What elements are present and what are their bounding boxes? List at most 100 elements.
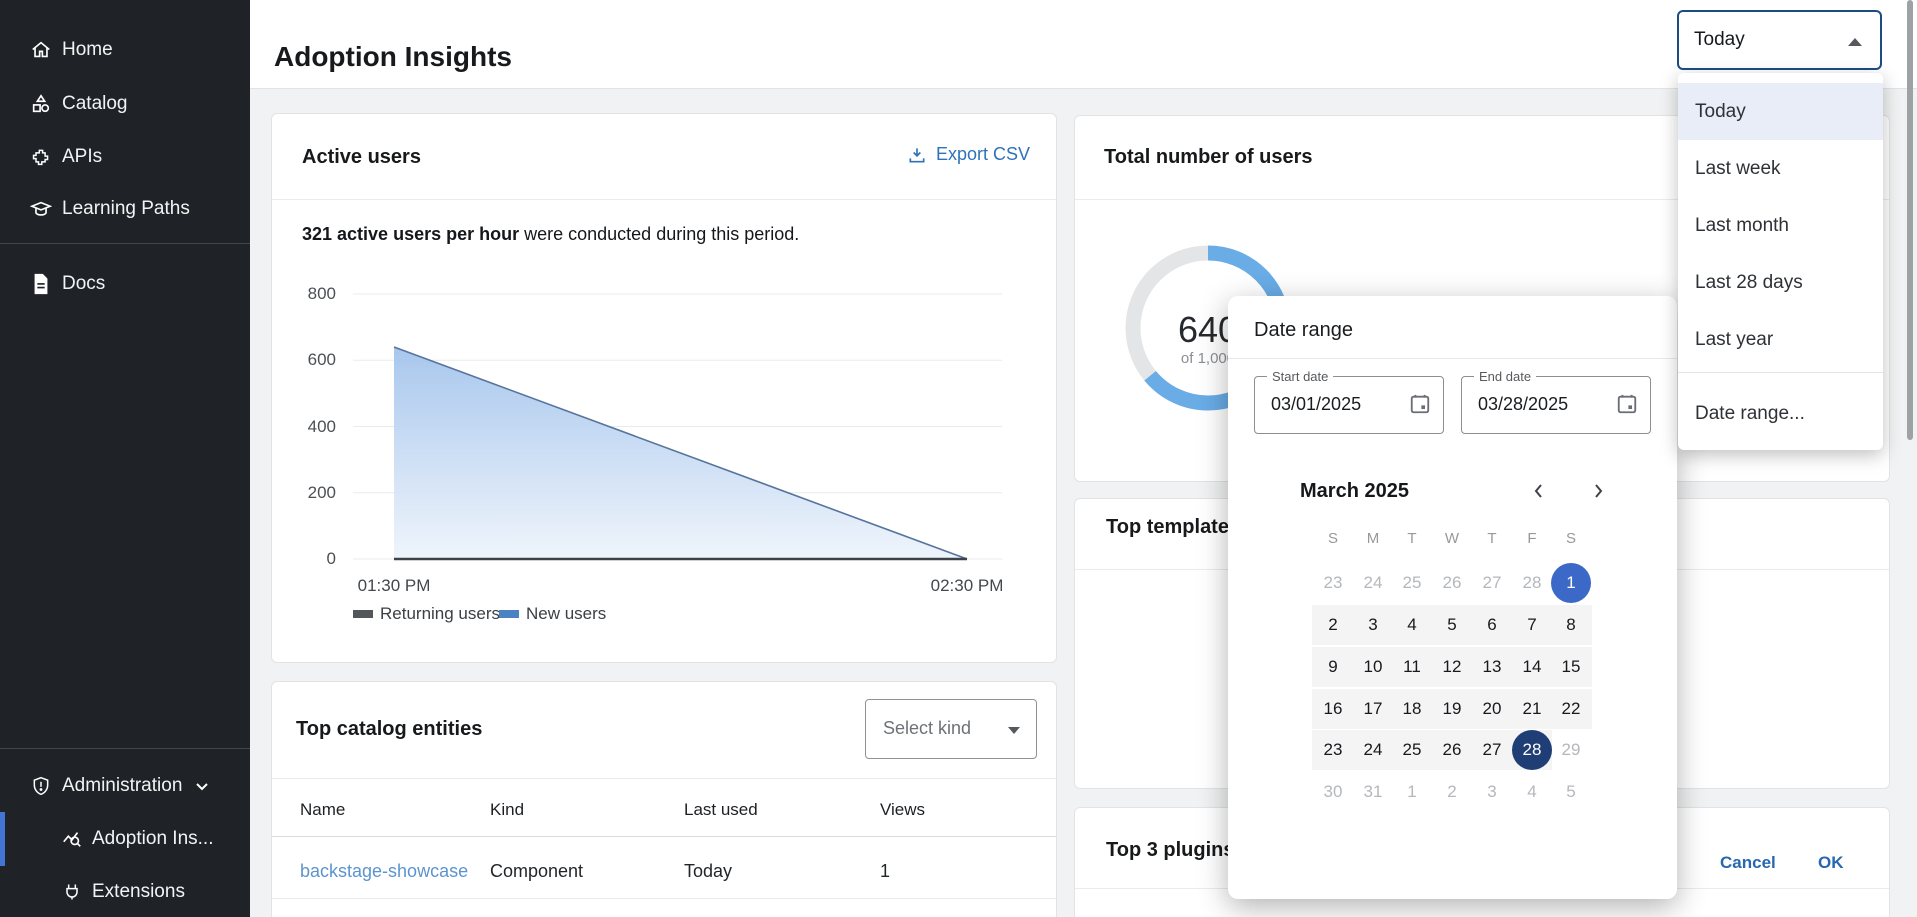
period-select[interactable]: Today xyxy=(1677,10,1882,70)
sidebar-item-docs[interactable]: Docs xyxy=(0,262,250,306)
legend-swatch xyxy=(353,610,373,618)
calendar-day[interactable]: 15 xyxy=(1551,647,1591,687)
calendar-day[interactable]: 2 xyxy=(1432,772,1472,812)
cancel-button[interactable]: Cancel xyxy=(1712,847,1784,879)
day-of-week-header: S xyxy=(1318,530,1348,547)
calendar-day[interactable]: 24 xyxy=(1353,730,1393,770)
calendar-day[interactable]: 25 xyxy=(1392,563,1432,603)
menu-item-last-week[interactable]: Last week xyxy=(1678,140,1883,197)
calendar-day[interactable]: 4 xyxy=(1512,772,1552,812)
calendar-day[interactable]: 14 xyxy=(1512,647,1552,687)
calendar-day[interactable]: 3 xyxy=(1472,772,1512,812)
chevron-down-icon xyxy=(1008,727,1020,734)
sidebar-item-extensions[interactable]: Extensions xyxy=(0,870,250,914)
export-csv-button[interactable]: Export CSV xyxy=(907,144,1030,165)
chevron-up-icon xyxy=(1848,38,1862,46)
calendar-day[interactable]: 1 xyxy=(1392,772,1432,812)
calendar-day[interactable]: 18 xyxy=(1392,689,1432,729)
menu-item-last-year[interactable]: Last year xyxy=(1678,311,1883,368)
calendar-day[interactable]: 20 xyxy=(1472,689,1512,729)
calendar-day[interactable]: 21 xyxy=(1512,689,1552,729)
column-header-views[interactable]: Views xyxy=(880,800,925,820)
calendar-day[interactable]: 2 xyxy=(1313,605,1353,645)
calendar-day[interactable]: 30 xyxy=(1313,772,1353,812)
calendar-day[interactable]: 9 xyxy=(1313,647,1353,687)
sidebar-item-label: Learning Paths xyxy=(62,198,190,220)
calendar-month-label: March 2025 xyxy=(1300,480,1409,503)
page-scrollbar[interactable] xyxy=(1907,0,1913,440)
x-tick: 01:30 PM xyxy=(344,576,444,596)
calendar-day[interactable]: 4 xyxy=(1392,605,1432,645)
calendar-day[interactable]: 5 xyxy=(1432,605,1472,645)
calendar-day[interactable]: 8 xyxy=(1551,605,1591,645)
dialog-title: Date range xyxy=(1254,319,1353,342)
calendar-day[interactable]: 16 xyxy=(1313,689,1353,729)
end-date-field[interactable]: End date 03/28/2025 xyxy=(1461,376,1651,434)
calendar-day[interactable]: 23 xyxy=(1313,563,1353,603)
column-header-name[interactable]: Name xyxy=(300,800,345,820)
calendar-icon[interactable] xyxy=(1409,393,1431,415)
start-date-field[interactable]: Start date 03/01/2025 xyxy=(1254,376,1444,434)
day-of-week-header: M xyxy=(1358,530,1388,547)
calendar-day[interactable]: 1 xyxy=(1551,563,1591,603)
y-tick: 0 xyxy=(286,549,336,569)
calendar-day[interactable]: 13 xyxy=(1472,647,1512,687)
calendar-day[interactable]: 3 xyxy=(1353,605,1393,645)
calendar-day[interactable]: 28 xyxy=(1512,563,1552,603)
page-title: Adoption Insights xyxy=(274,41,512,73)
calendar-day[interactable]: 26 xyxy=(1432,730,1472,770)
calendar-day[interactable]: 10 xyxy=(1353,647,1393,687)
download-icon xyxy=(907,145,927,165)
calendar-day[interactable]: 12 xyxy=(1432,647,1472,687)
calendar-day[interactable]: 24 xyxy=(1353,563,1393,603)
column-header-kind[interactable]: Kind xyxy=(490,800,524,820)
day-of-week-header: W xyxy=(1437,530,1467,547)
calendar-day[interactable]: 27 xyxy=(1472,563,1512,603)
card-title: Top templates xyxy=(1106,516,1240,539)
kind-select[interactable]: Select kind xyxy=(865,699,1037,759)
home-icon xyxy=(30,39,52,61)
calendar-day[interactable]: 17 xyxy=(1353,689,1393,729)
menu-item-today[interactable]: Today xyxy=(1678,83,1883,140)
insights-chart-icon xyxy=(61,828,83,850)
calendar-day[interactable]: 27 xyxy=(1472,730,1512,770)
sidebar-item-home[interactable]: Home xyxy=(0,28,250,72)
ok-button[interactable]: OK xyxy=(1810,847,1852,879)
calendar-day[interactable]: 7 xyxy=(1512,605,1552,645)
calendar-day[interactable]: 11 xyxy=(1392,647,1432,687)
calendar-day[interactable]: 28 xyxy=(1512,730,1552,770)
sidebar-item-apis[interactable]: APIs xyxy=(0,135,250,179)
entity-link[interactable]: backstage-showcase xyxy=(300,861,468,882)
y-tick: 400 xyxy=(286,417,336,437)
sidebar-item-label: Administration xyxy=(62,775,182,797)
calendar-day[interactable]: 5 xyxy=(1551,772,1591,812)
sidebar-item-catalog[interactable]: Catalog xyxy=(0,82,250,126)
calendar-day[interactable]: 22 xyxy=(1551,689,1591,729)
calendar-day[interactable]: 6 xyxy=(1472,605,1512,645)
start-date-value: 03/01/2025 xyxy=(1271,394,1361,415)
calendar-day[interactable]: 19 xyxy=(1432,689,1472,729)
sidebar-item-label: APIs xyxy=(62,146,102,168)
menu-item-last-month[interactable]: Last month xyxy=(1678,197,1883,254)
legend-new-users: New users xyxy=(499,604,606,624)
column-header-last-used[interactable]: Last used xyxy=(684,800,758,820)
plug-icon xyxy=(61,881,83,903)
next-month-button[interactable] xyxy=(1589,482,1607,500)
menu-item-last-28-days[interactable]: Last 28 days xyxy=(1678,254,1883,311)
sidebar-item-adoption-insights[interactable]: Adoption Ins... xyxy=(0,817,250,861)
calendar-icon[interactable] xyxy=(1616,393,1638,415)
calendar-day[interactable]: 23 xyxy=(1313,730,1353,770)
prev-month-button[interactable] xyxy=(1530,482,1548,500)
calendar-day[interactable]: 25 xyxy=(1392,730,1432,770)
legend-label: New users xyxy=(526,604,606,624)
card-divider xyxy=(272,199,1056,200)
menu-item-date-range[interactable]: Date range... xyxy=(1678,385,1883,442)
calendar-day[interactable]: 26 xyxy=(1432,563,1472,603)
sidebar-item-administration[interactable]: Administration xyxy=(0,764,250,808)
export-csv-label: Export CSV xyxy=(936,144,1030,165)
table-row-divider xyxy=(272,898,1056,899)
sidebar-item-label: Docs xyxy=(62,273,105,295)
calendar-day[interactable]: 29 xyxy=(1551,730,1591,770)
sidebar-item-learning-paths[interactable]: Learning Paths xyxy=(0,187,250,231)
calendar-day[interactable]: 31 xyxy=(1353,772,1393,812)
